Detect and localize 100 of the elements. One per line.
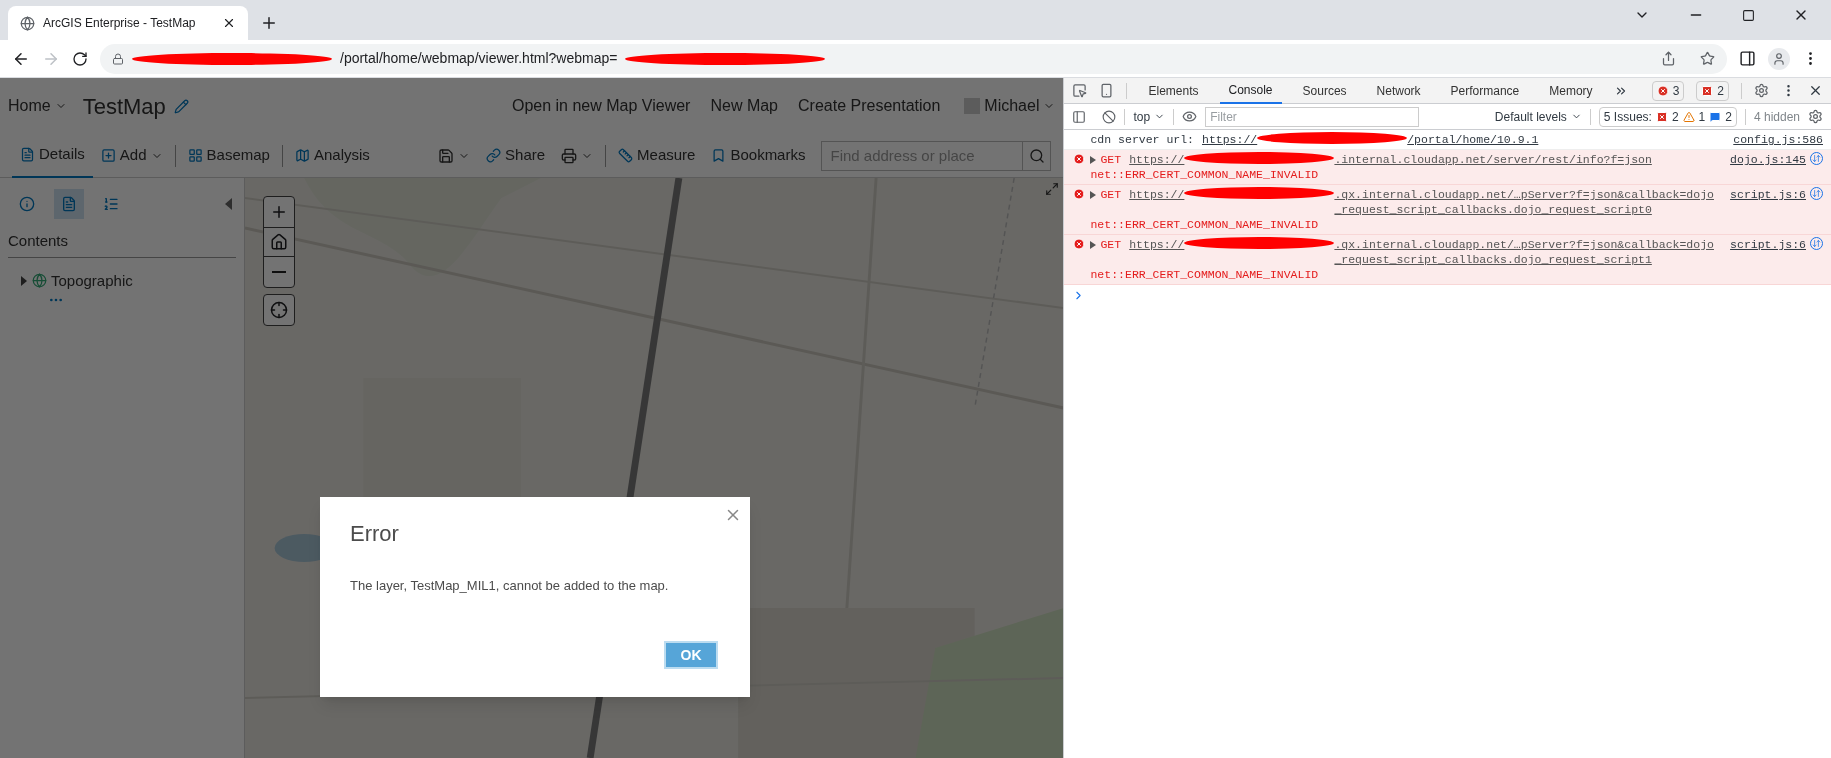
error-text: net::ERR_CERT_COMMON_NAME_INVALID <box>1090 267 1320 282</box>
maximize-icon[interactable] <box>1742 8 1755 22</box>
home-button[interactable] <box>264 227 294 257</box>
issue-count-badge[interactable]: 2 <box>1696 80 1729 101</box>
context-selector[interactable]: top <box>1133 107 1166 126</box>
document-icon <box>20 147 35 162</box>
issue-icon <box>1655 110 1668 123</box>
toolbar-button[interactable]: Share <box>478 144 554 167</box>
url-link[interactable]: https:// <box>1129 237 1185 252</box>
devtools-tab[interactable]: Network <box>1367 77 1430 104</box>
error-count: 3 <box>1672 82 1680 100</box>
home-menu[interactable]: Home <box>8 94 67 118</box>
share-icon[interactable] <box>1661 51 1676 66</box>
toolbar-button[interactable]: Details <box>12 133 93 178</box>
devtools-tab[interactable]: Sources <box>1293 77 1356 104</box>
header-link[interactable]: Create Presentation <box>798 94 941 118</box>
header-link[interactable]: New Map <box>710 94 778 118</box>
warning-icon <box>1682 110 1695 123</box>
reload-icon[interactable] <box>72 50 88 67</box>
error-icon <box>1073 188 1086 200</box>
toolbar-button[interactable]: Analysis <box>286 133 378 178</box>
source-link[interactable]: script.js:6 <box>1730 187 1806 202</box>
arrows-icon <box>1812 189 1821 198</box>
caret-right-icon[interactable] <box>20 275 28 286</box>
network-request-icon[interactable] <box>1810 152 1823 165</box>
toolbar-button[interactable]: Measure <box>610 144 704 167</box>
map-title: TestMap <box>82 92 166 121</box>
lock-icon <box>112 52 124 65</box>
layer-name[interactable]: Topographic <box>51 269 133 292</box>
url-link[interactable]: .qx.internal.cloudapp.net/…pServer?f=json&callback=dojo_request_script_callbacks.dojo_request_script1 <box>1334 237 1717 267</box>
url-link[interactable]: https:// <box>1129 187 1185 202</box>
printer-icon <box>561 147 578 164</box>
expand-arrow-icon[interactable] <box>1090 241 1097 249</box>
console-settings-icon[interactable] <box>1808 109 1823 124</box>
url-link[interactable]: .qx.internal.cloudapp.net/…pServer?f=json&callback=dojo_request_script_callbacks.dojo_request_script0 <box>1334 187 1717 217</box>
map-icon <box>294 148 310 163</box>
request-method: GET <box>1100 237 1122 252</box>
globe-icon <box>20 15 35 31</box>
inspect-icon[interactable] <box>1072 83 1088 98</box>
arrows-icon <box>1812 239 1821 248</box>
url-link[interactable]: https:// <box>1129 152 1185 167</box>
issues-label: 5 Issues: <box>1603 108 1652 126</box>
home-icon <box>270 233 288 251</box>
url-link[interactable]: /portal/home/10.9.1 <box>1407 132 1717 147</box>
network-request-icon[interactable] <box>1810 237 1823 250</box>
locate-button[interactable] <box>263 294 295 326</box>
warning-count: 1 <box>1698 108 1706 126</box>
source-link[interactable]: script.js:6 <box>1730 237 1806 252</box>
issue-count: 2 <box>1717 82 1724 100</box>
url-link[interactable]: https:// <box>1202 132 1258 147</box>
profile-avatar[interactable] <box>1768 47 1790 70</box>
devtools-tab[interactable]: Memory <box>1540 77 1602 104</box>
browser-tab[interactable]: ArcGIS Enterprise - TestMap <box>8 6 248 40</box>
toolbar-button[interactable]: Bookmarks <box>703 144 814 167</box>
url-text: /portal/home/webmap/viewer.html?webmap= <box>340 49 618 68</box>
network-request-icon[interactable] <box>1810 187 1823 200</box>
search-button[interactable] <box>1023 140 1052 171</box>
close-icon[interactable] <box>1808 83 1823 98</box>
expand-arrow-icon[interactable] <box>1090 191 1097 199</box>
new-tab-icon[interactable] <box>260 14 278 32</box>
device-toolbar-icon[interactable] <box>1099 83 1115 98</box>
issues-button[interactable]: 5 Issues: 2 1 2 <box>1598 106 1737 127</box>
toolbar-button[interactable]: Add <box>92 133 171 178</box>
side-panel-icon[interactable] <box>1739 50 1756 67</box>
address-field[interactable]: /portal/home/webmap/viewer.html?webmap= <box>100 43 1727 74</box>
collapse-icon[interactable] <box>225 198 232 210</box>
settings-icon[interactable] <box>1754 83 1769 98</box>
devtools-tab[interactable]: Console <box>1219 77 1282 104</box>
info-icon <box>19 196 35 212</box>
issue-count: 2 <box>1671 108 1679 126</box>
issue-icon <box>1701 84 1714 97</box>
expand-arrow-icon[interactable] <box>1090 156 1097 164</box>
sidebar-toggle-icon[interactable] <box>1072 109 1087 124</box>
save-icon <box>438 147 455 164</box>
error-text: net::ERR_CERT_COMMON_NAME_INVALID <box>1090 167 1320 182</box>
edit-icon[interactable] <box>173 98 189 114</box>
expand-icon[interactable] <box>1045 182 1060 196</box>
devtools-tab[interactable]: Performance <box>1441 77 1529 104</box>
message-icon <box>1709 110 1722 123</box>
user-menu[interactable]: Michael <box>984 94 1056 118</box>
request-method: GET <box>1100 187 1122 202</box>
error-count-badge[interactable]: 3 <box>1651 80 1685 101</box>
error-icon <box>1073 238 1086 250</box>
bookmark-star-icon[interactable] <box>1700 51 1715 66</box>
source-link[interactable]: dojo.js:145 <box>1730 152 1806 167</box>
ruler-icon <box>618 148 634 163</box>
list-icon <box>103 196 119 212</box>
clear-console-icon[interactable] <box>1102 109 1117 124</box>
eye-icon[interactable] <box>1182 109 1198 124</box>
person-icon <box>1772 51 1786 66</box>
source-link[interactable]: config.js:586 <box>1733 132 1823 147</box>
dialog-message: The layer, TestMap_MIL1, cannot be added to the map. <box>350 577 670 595</box>
log-levels-selector[interactable]: Default levels <box>1494 107 1582 126</box>
close-icon[interactable] <box>222 16 236 30</box>
url-link[interactable]: .internal.cloudapp.net/server/rest/info?f=json <box>1334 152 1717 167</box>
header-link[interactable]: Open in new Map Viewer <box>511 94 691 118</box>
arrows-icon <box>1812 154 1821 163</box>
filter-field[interactable]: Filter <box>1205 106 1420 127</box>
devtools-tab[interactable]: Elements <box>1139 77 1208 104</box>
toolbar-button[interactable]: Basemap <box>179 133 278 178</box>
